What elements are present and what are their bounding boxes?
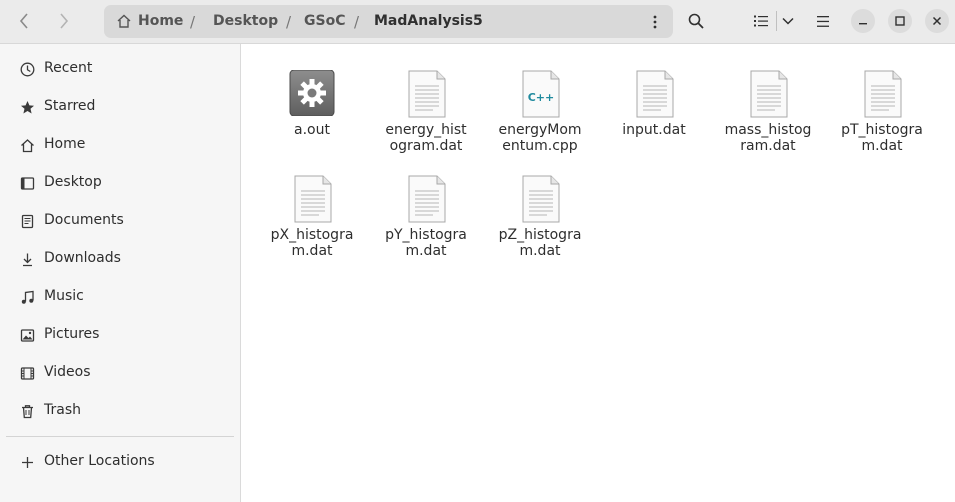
chevron-down-icon [782,17,794,25]
sidebar-item-documents[interactable]: Documents [0,202,240,240]
forward-button[interactable] [48,6,80,36]
trash-icon [19,403,35,419]
breadcrumb-label: GSoC [304,13,346,29]
breadcrumb-home[interactable]: Home [116,13,183,29]
pictures-icon [19,327,35,343]
home-icon [117,14,131,28]
music-icon [19,289,35,305]
file-name: pZ_histogra m.dat [498,227,582,259]
file-name: a.out [294,122,330,138]
text-file-icon [403,175,449,223]
search-icon [688,13,704,29]
file-name: pY_histogra m.dat [385,227,467,259]
sidebar-item-starred[interactable]: Starred [0,88,240,126]
sidebar-item-label: Videos [44,364,91,380]
close-icon [932,16,942,26]
breadcrumb: Home / Desktop / GSoC / MadAnalysis5 [104,5,673,38]
header-bar: Home / Desktop / GSoC / MadAnalysis5 [0,0,955,44]
sidebar-item-downloads[interactable]: Downloads [0,240,240,278]
sidebar-item-label: Recent [44,60,93,76]
sidebar: Recent Starred Home Desktop Documents Do… [0,44,241,502]
text-file-icon [403,70,449,118]
breadcrumb-desktop[interactable]: Desktop [213,13,278,29]
breadcrumb-current[interactable]: MadAnalysis5 [374,13,483,29]
sidebar-divider [6,436,234,437]
sidebar-item-music[interactable]: Music [0,278,240,316]
sidebar-item-home[interactable]: Home [0,126,240,164]
breadcrumb-label: Desktop [213,13,279,29]
chevron-left-icon [19,13,28,29]
close-button[interactable] [925,9,949,33]
text-file-icon [745,70,791,118]
path-menu-button[interactable] [647,12,663,32]
file-name: input.dat [622,122,686,138]
minimize-icon [859,23,867,25]
sidebar-item-other-locations[interactable]: Other Locations [0,443,240,481]
maximize-button[interactable] [888,9,912,33]
file-name: energyMom entum.cpp [498,122,582,154]
file-grid: a.out energy_hist ogram.dat C++ energyMom… [241,44,955,502]
kebab-menu-icon [653,15,657,29]
desktop-icon [19,175,35,191]
file-name: mass_histog ram.dat [724,122,812,154]
view-options-button[interactable] [778,6,798,36]
sidebar-item-label: Other Locations [44,453,155,469]
text-file-icon [631,70,677,118]
sidebar-item-label: Pictures [44,326,100,342]
search-button[interactable] [681,6,711,36]
sidebar-item-label: Trash [44,402,81,418]
videos-icon [19,365,35,381]
documents-icon [19,213,35,229]
sidebar-item-desktop[interactable]: Desktop [0,164,240,202]
plus-icon [19,454,35,470]
home-icon [19,137,35,153]
text-file-icon [289,175,335,223]
download-icon [19,251,35,267]
star-icon [19,99,35,115]
sidebar-item-pictures[interactable]: Pictures [0,316,240,354]
file-name: energy_hist ogram.dat [385,122,467,154]
file-name: pX_histogra m.dat [270,227,354,259]
hamburger-icon [817,15,829,27]
sidebar-item-label: Downloads [44,250,121,266]
sidebar-item-videos[interactable]: Videos [0,354,240,392]
list-view-icon [754,15,768,27]
file-name: pT_histogra m.dat [841,122,923,154]
sidebar-item-label: Documents [44,212,124,228]
text-file-icon [859,70,905,118]
sidebar-item-label: Home [44,136,86,152]
minimize-button[interactable] [851,9,875,33]
breadcrumb-separator: / [286,13,292,31]
main-menu-button[interactable] [808,6,838,36]
chevron-right-icon [60,13,69,29]
clock-icon [19,61,35,77]
sidebar-item-trash[interactable]: Trash [0,392,240,430]
sidebar-item-recent[interactable]: Recent [0,50,240,88]
breadcrumb-separator: / [354,13,360,31]
list-view-button[interactable] [748,6,774,36]
maximize-icon [895,16,905,26]
sidebar-item-label: Desktop [44,174,102,190]
breadcrumb-label: MadAnalysis5 [374,13,483,29]
text-file-icon [517,175,563,223]
breadcrumb-gsoc[interactable]: GSoC [304,13,345,29]
sidebar-item-label: Starred [44,98,96,114]
cpp-badge: C++ [528,91,555,104]
executable-icon [289,69,335,118]
breadcrumb-separator: / [190,13,196,31]
back-button[interactable] [8,6,40,36]
view-divider [776,11,777,31]
breadcrumb-label: Home [138,13,184,29]
sidebar-item-label: Music [44,288,84,304]
cpp-file-icon: C++ [517,70,563,118]
